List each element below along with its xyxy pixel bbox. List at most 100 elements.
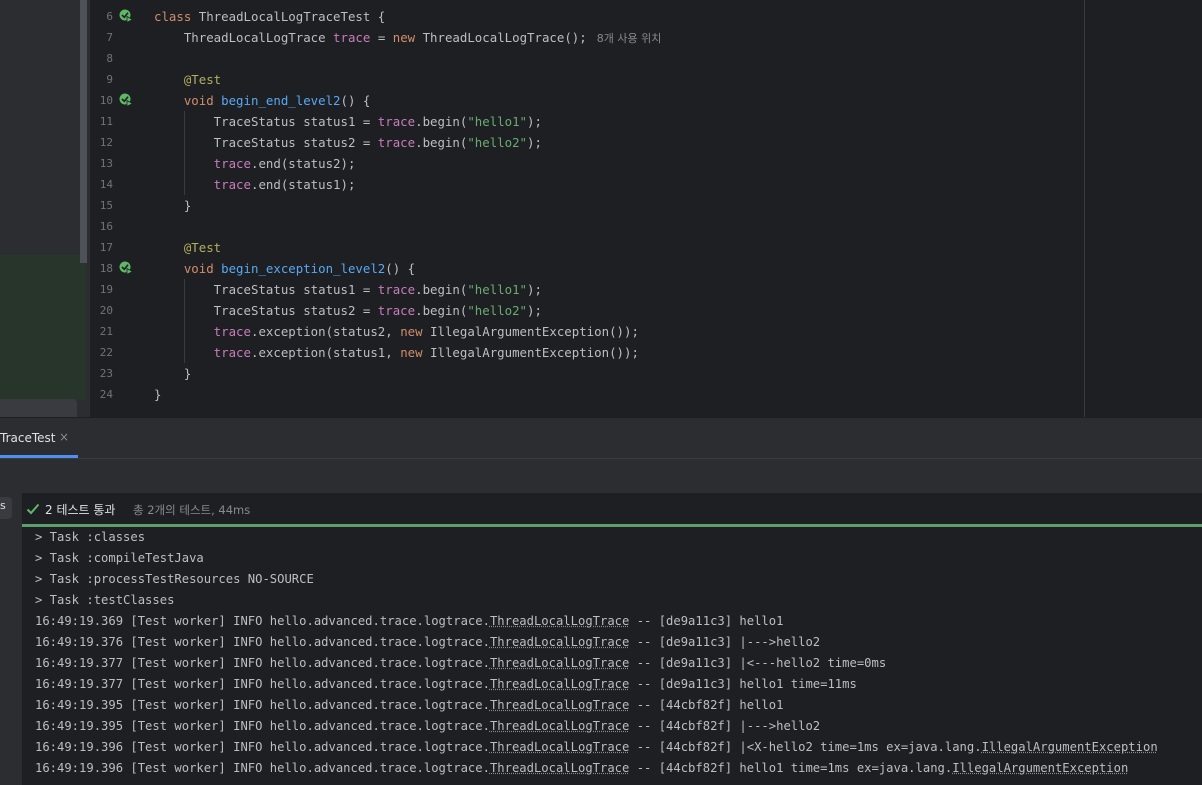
code-line: 15 } bbox=[90, 195, 1202, 216]
code-token: begin_end_level2 bbox=[221, 93, 341, 108]
code-text: TraceStatus status1 = trace.begin("hello… bbox=[154, 279, 542, 300]
console-link[interactable]: ThreadLocalLogTrace bbox=[490, 761, 629, 775]
code-token: trace bbox=[333, 30, 371, 45]
code-line: 24} bbox=[90, 384, 1202, 405]
sidebar-bottom-tab[interactable] bbox=[0, 399, 77, 417]
line-number: 16 bbox=[99, 220, 113, 233]
console-text: 16:49:19.376 [Test worker] INFO hello.ad… bbox=[35, 635, 490, 649]
run-test-passed-icon[interactable] bbox=[119, 93, 133, 107]
test-status-summary: 총 2개의 테스트, 44ms bbox=[133, 503, 251, 517]
console-text: 16:49:19.377 [Test worker] INFO hello.ad… bbox=[35, 656, 490, 670]
console-line: 16:49:19.395 [Test worker] INFO hello.ad… bbox=[35, 695, 783, 716]
line-number: 23 bbox=[99, 367, 113, 380]
code-token: ); bbox=[527, 114, 542, 129]
code-line: 8 bbox=[90, 48, 1202, 69]
code-line: 16 bbox=[90, 216, 1202, 237]
code-text: ThreadLocalLogTrace trace = new ThreadLo… bbox=[154, 27, 661, 49]
code-text: trace.exception(status2, new IllegalArgu… bbox=[154, 321, 639, 342]
code-line: 18 void begin_exception_level2() { bbox=[90, 258, 1202, 279]
console-link[interactable]: ThreadLocalLogTrace bbox=[490, 740, 629, 754]
code-line: 22 trace.exception(status1, new IllegalA… bbox=[90, 342, 1202, 363]
code-token: .end(status1); bbox=[250, 177, 356, 192]
console-text: -- [de9a11c3] hello1 time=11ms bbox=[629, 677, 857, 691]
console-link[interactable]: IllegalArgumentException bbox=[952, 761, 1128, 775]
console-text: -- [de9a11c3] |--->hello2 bbox=[629, 635, 821, 649]
check-icon bbox=[26, 503, 40, 515]
close-icon[interactable]: × bbox=[59, 430, 69, 444]
code-token: .begin( bbox=[415, 114, 468, 129]
line-number: 14 bbox=[99, 178, 113, 191]
code-token: = bbox=[370, 30, 393, 45]
line-number: 18 bbox=[99, 262, 113, 275]
console-text: > Task :processTestResources NO-SOURCE bbox=[35, 572, 314, 586]
run-tab[interactable]: TraceTest × bbox=[0, 418, 78, 458]
code-text: TraceStatus status2 = trace.begin("hello… bbox=[154, 132, 542, 153]
line-number: 7 bbox=[106, 31, 113, 44]
code-token: trace bbox=[377, 135, 416, 150]
console-text: -- [de9a11c3] hello1 bbox=[629, 614, 784, 628]
console-text: 16:49:19.395 [Test worker] INFO hello.ad… bbox=[35, 698, 490, 712]
console-text: -- [44cbf82f] |--->hello2 bbox=[629, 719, 821, 733]
code-line: 11 TraceStatus status1 = trace.begin("he… bbox=[90, 111, 1202, 132]
console-line: 16:49:19.377 [Test worker] INFO hello.ad… bbox=[35, 674, 857, 695]
code-text: TraceStatus status2 = trace.begin("hello… bbox=[154, 300, 542, 321]
code-token: trace bbox=[154, 324, 251, 339]
code-text: } bbox=[154, 363, 191, 384]
line-number: 11 bbox=[99, 115, 113, 128]
code-line: 12 TraceStatus status2 = trace.begin("he… bbox=[90, 132, 1202, 153]
project-sidebar-highlight bbox=[0, 255, 86, 400]
code-text: void begin_exception_level2() { bbox=[154, 258, 415, 279]
run-tool-window-header: TraceTest × bbox=[0, 417, 1202, 458]
sidebar-scrollbar[interactable] bbox=[80, 0, 87, 263]
code-token: IllegalArgumentException()); bbox=[430, 324, 639, 339]
code-token: } bbox=[154, 198, 192, 213]
code-text: TraceStatus status1 = trace.begin("hello… bbox=[154, 111, 542, 132]
console-text: > Task :testClasses bbox=[35, 593, 175, 607]
line-number: 13 bbox=[99, 157, 113, 170]
console-text: 16:49:19.369 [Test worker] INFO hello.ad… bbox=[35, 614, 490, 628]
console-line: 16:49:19.369 [Test worker] INFO hello.ad… bbox=[35, 611, 783, 632]
test-tree-selected-item[interactable]: s bbox=[0, 497, 12, 519]
code-token: IllegalArgumentException()); bbox=[430, 345, 639, 360]
console-link[interactable]: ThreadLocalLogTrace bbox=[490, 698, 629, 712]
console-link[interactable]: ThreadLocalLogTrace bbox=[490, 614, 629, 628]
code-line: 13 trace.end(status2); bbox=[90, 153, 1202, 174]
console-link[interactable]: ThreadLocalLogTrace bbox=[490, 719, 629, 733]
code-token: trace bbox=[154, 177, 251, 192]
line-number: 6 bbox=[106, 10, 113, 23]
console-text: -- [44cbf82f] |<X-hello2 time=1ms ex=jav… bbox=[629, 740, 982, 754]
console-text: > Task :classes bbox=[35, 530, 146, 544]
code-token: trace bbox=[377, 282, 416, 297]
code-token: "hello1" bbox=[467, 282, 528, 297]
code-token: void bbox=[154, 93, 222, 108]
code-token: "hello2" bbox=[467, 303, 528, 318]
test-status-bar: 2 테스트 통과 총 2개의 테스트, 44ms bbox=[22, 493, 1202, 525]
code-line: 10 void begin_end_level2() { bbox=[90, 90, 1202, 111]
line-number: 22 bbox=[99, 346, 113, 359]
console-link[interactable]: IllegalArgumentException bbox=[982, 740, 1158, 754]
console-link[interactable]: ThreadLocalLogTrace bbox=[490, 656, 629, 670]
line-number: 8 bbox=[106, 52, 113, 65]
code-text: @Test bbox=[154, 237, 221, 258]
console-link[interactable]: ThreadLocalLogTrace bbox=[490, 635, 629, 649]
console-text: -- [de9a11c3] |<---hello2 time=0ms bbox=[629, 656, 887, 670]
code-line: 9 @Test bbox=[90, 69, 1202, 90]
console-line: > Task :testClasses bbox=[35, 590, 174, 611]
console-text: 16:49:19.396 [Test worker] INFO hello.ad… bbox=[35, 761, 490, 775]
console-link[interactable]: ThreadLocalLogTrace bbox=[490, 677, 629, 691]
code-editor[interactable]: 6 class ThreadLocalLogTraceTest {7 Thread… bbox=[90, 0, 1202, 417]
console-line: 16:49:19.396 [Test worker] INFO hello.ad… bbox=[35, 737, 1158, 758]
code-token: @Test bbox=[154, 72, 222, 87]
code-line: 6 class ThreadLocalLogTraceTest { bbox=[90, 6, 1202, 27]
usages-inlay-hint[interactable]: 8개 사용 위치 bbox=[597, 32, 662, 45]
code-token: class bbox=[154, 9, 199, 24]
indent-guide bbox=[184, 279, 185, 363]
run-test-passed-icon[interactable] bbox=[119, 9, 133, 23]
code-token: ThreadLocalLogTrace(); bbox=[422, 30, 587, 45]
code-token: TraceStatus status2 = bbox=[154, 135, 378, 150]
code-token: () { bbox=[385, 261, 416, 276]
code-token: ); bbox=[527, 303, 542, 318]
run-test-passed-icon[interactable] bbox=[119, 261, 133, 275]
console-output[interactable]: > Task :classes > Task :compileTestJava > … bbox=[22, 527, 1202, 785]
code-token: } bbox=[154, 366, 192, 381]
